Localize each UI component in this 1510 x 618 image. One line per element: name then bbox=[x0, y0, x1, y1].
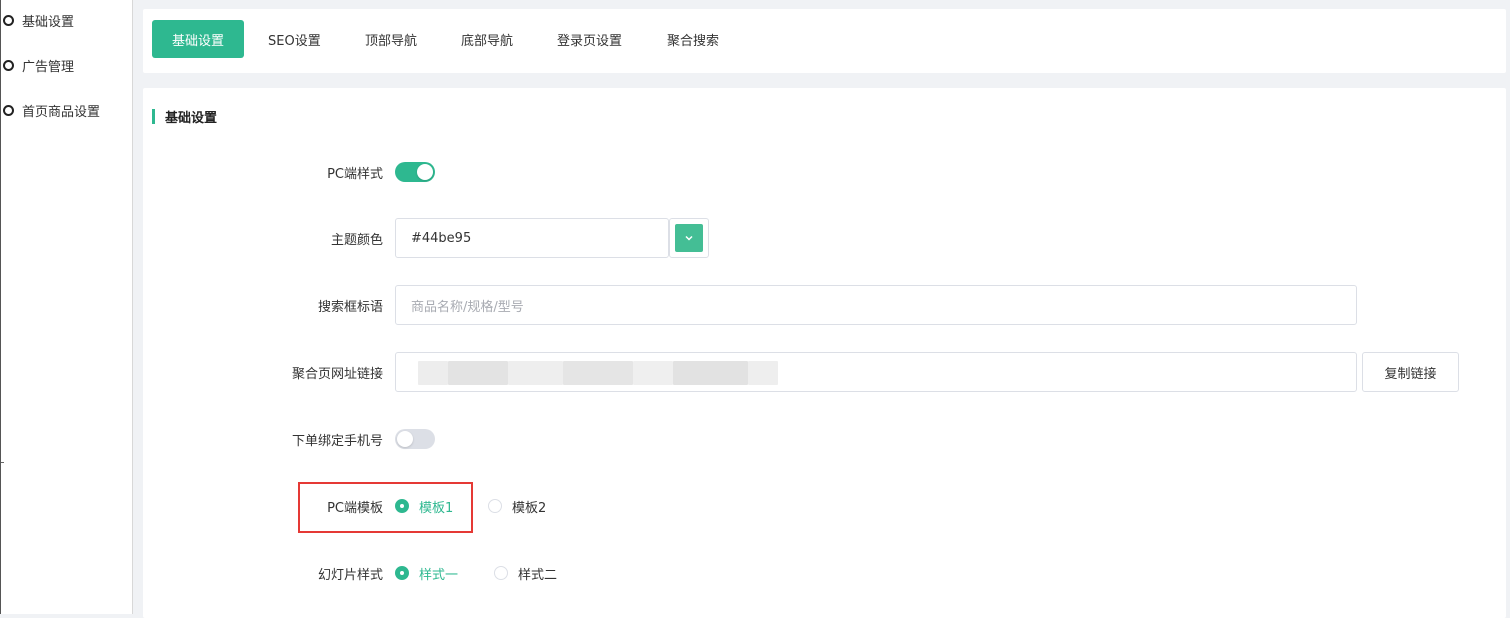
search-slogan-input[interactable]: 商品名称/规格/型号 bbox=[395, 285, 1357, 325]
sidebar-item-home-product-settings[interactable]: 首页商品设置 bbox=[3, 99, 100, 121]
radio-label: 模板2 bbox=[512, 500, 547, 516]
theme-color-input[interactable]: #44be95 bbox=[395, 218, 669, 258]
copy-link-button[interactable]: 复制链接 bbox=[1362, 352, 1459, 392]
form-row-slideshow-style: 幻灯片样式 样式一 样式二 bbox=[143, 553, 1506, 593]
radio-unchecked-icon bbox=[494, 566, 508, 580]
bind-phone-switch[interactable] bbox=[395, 429, 435, 449]
radio-unchecked-icon bbox=[488, 499, 502, 513]
tab-top-nav[interactable]: 顶部导航 bbox=[345, 20, 437, 58]
sidebar-item-label: 基础设置 bbox=[22, 14, 75, 30]
tab-login-page-settings[interactable]: 登录页设置 bbox=[537, 20, 642, 58]
circle-icon bbox=[3, 104, 14, 116]
section-title-text: 基础设置 bbox=[165, 110, 218, 126]
slideshow-style-label: 幻灯片样式 bbox=[317, 567, 383, 583]
radio-template-2[interactable]: 模板2 bbox=[488, 496, 546, 516]
redacted-link bbox=[418, 361, 788, 385]
tab-bottom-nav[interactable]: 底部导航 bbox=[441, 20, 533, 58]
aggregate-link-label: 聚合页网址链接 bbox=[291, 366, 383, 382]
sidebar-item-ad-management[interactable]: 广告管理 bbox=[3, 54, 74, 76]
redacted-block bbox=[418, 361, 448, 385]
highlight-box bbox=[298, 482, 473, 533]
sidebar-item-label: 首页商品设置 bbox=[22, 104, 101, 120]
form-row-search-slogan: 搜索框标语 商品名称/规格/型号 bbox=[143, 285, 1506, 325]
tab-aggregate-search[interactable]: 聚合搜索 bbox=[647, 20, 739, 58]
theme-color-picker[interactable] bbox=[669, 218, 709, 258]
search-slogan-label: 搜索框标语 bbox=[317, 299, 383, 315]
form-row-pc-style: PC端样式 bbox=[143, 152, 1506, 192]
sidebar: 基础设置 广告管理 首页商品设置 bbox=[0, 0, 133, 614]
section-title: 基础设置 bbox=[152, 108, 218, 126]
radio-label: 样式二 bbox=[518, 567, 558, 583]
circle-icon bbox=[3, 59, 14, 71]
pc-style-label: PC端样式 bbox=[327, 166, 383, 182]
form-row-bind-phone: 下单绑定手机号 bbox=[143, 419, 1506, 459]
radio-slideshow-style-1[interactable]: 样式一 bbox=[395, 563, 458, 583]
radio-slideshow-style-2[interactable]: 样式二 bbox=[494, 563, 557, 583]
chevron-down-icon bbox=[685, 235, 693, 241]
sidebar-item-label: 广告管理 bbox=[22, 59, 75, 75]
switch-knob bbox=[417, 164, 433, 180]
form-row-aggregate-link: 聚合页网址链接 复制链接 bbox=[143, 352, 1506, 392]
tab-seo-settings[interactable]: SEO设置 bbox=[248, 20, 341, 58]
redacted-block bbox=[508, 361, 563, 385]
aggregate-link-input[interactable] bbox=[395, 352, 1357, 392]
radio-label: 样式一 bbox=[419, 567, 459, 583]
settings-panel: 基础设置 PC端样式 主题颜色 #44be95 搜索框标语 商品名称/规格/型号… bbox=[143, 88, 1506, 618]
radio-checked-icon bbox=[395, 566, 409, 580]
bind-phone-label: 下单绑定手机号 bbox=[291, 433, 383, 449]
redacted-block bbox=[448, 361, 508, 385]
theme-color-label: 主题颜色 bbox=[330, 232, 383, 248]
redacted-block bbox=[563, 361, 633, 385]
form-row-theme-color: 主题颜色 #44be95 bbox=[143, 218, 1506, 258]
redacted-block bbox=[633, 361, 673, 385]
color-swatch bbox=[675, 224, 703, 252]
section-title-accent bbox=[152, 108, 155, 124]
circle-icon bbox=[3, 14, 14, 26]
settings-tabbar: 基础设置 SEO设置 顶部导航 底部导航 登录页设置 聚合搜索 bbox=[143, 9, 1506, 73]
pc-style-switch[interactable] bbox=[395, 162, 435, 182]
tab-basic-settings[interactable]: 基础设置 bbox=[152, 20, 245, 58]
sidebar-resize-handle[interactable] bbox=[1, 462, 4, 463]
redacted-block bbox=[748, 361, 778, 385]
redacted-block bbox=[673, 361, 748, 385]
switch-knob bbox=[397, 431, 413, 447]
sidebar-item-basic-settings[interactable]: 基础设置 bbox=[3, 9, 74, 31]
